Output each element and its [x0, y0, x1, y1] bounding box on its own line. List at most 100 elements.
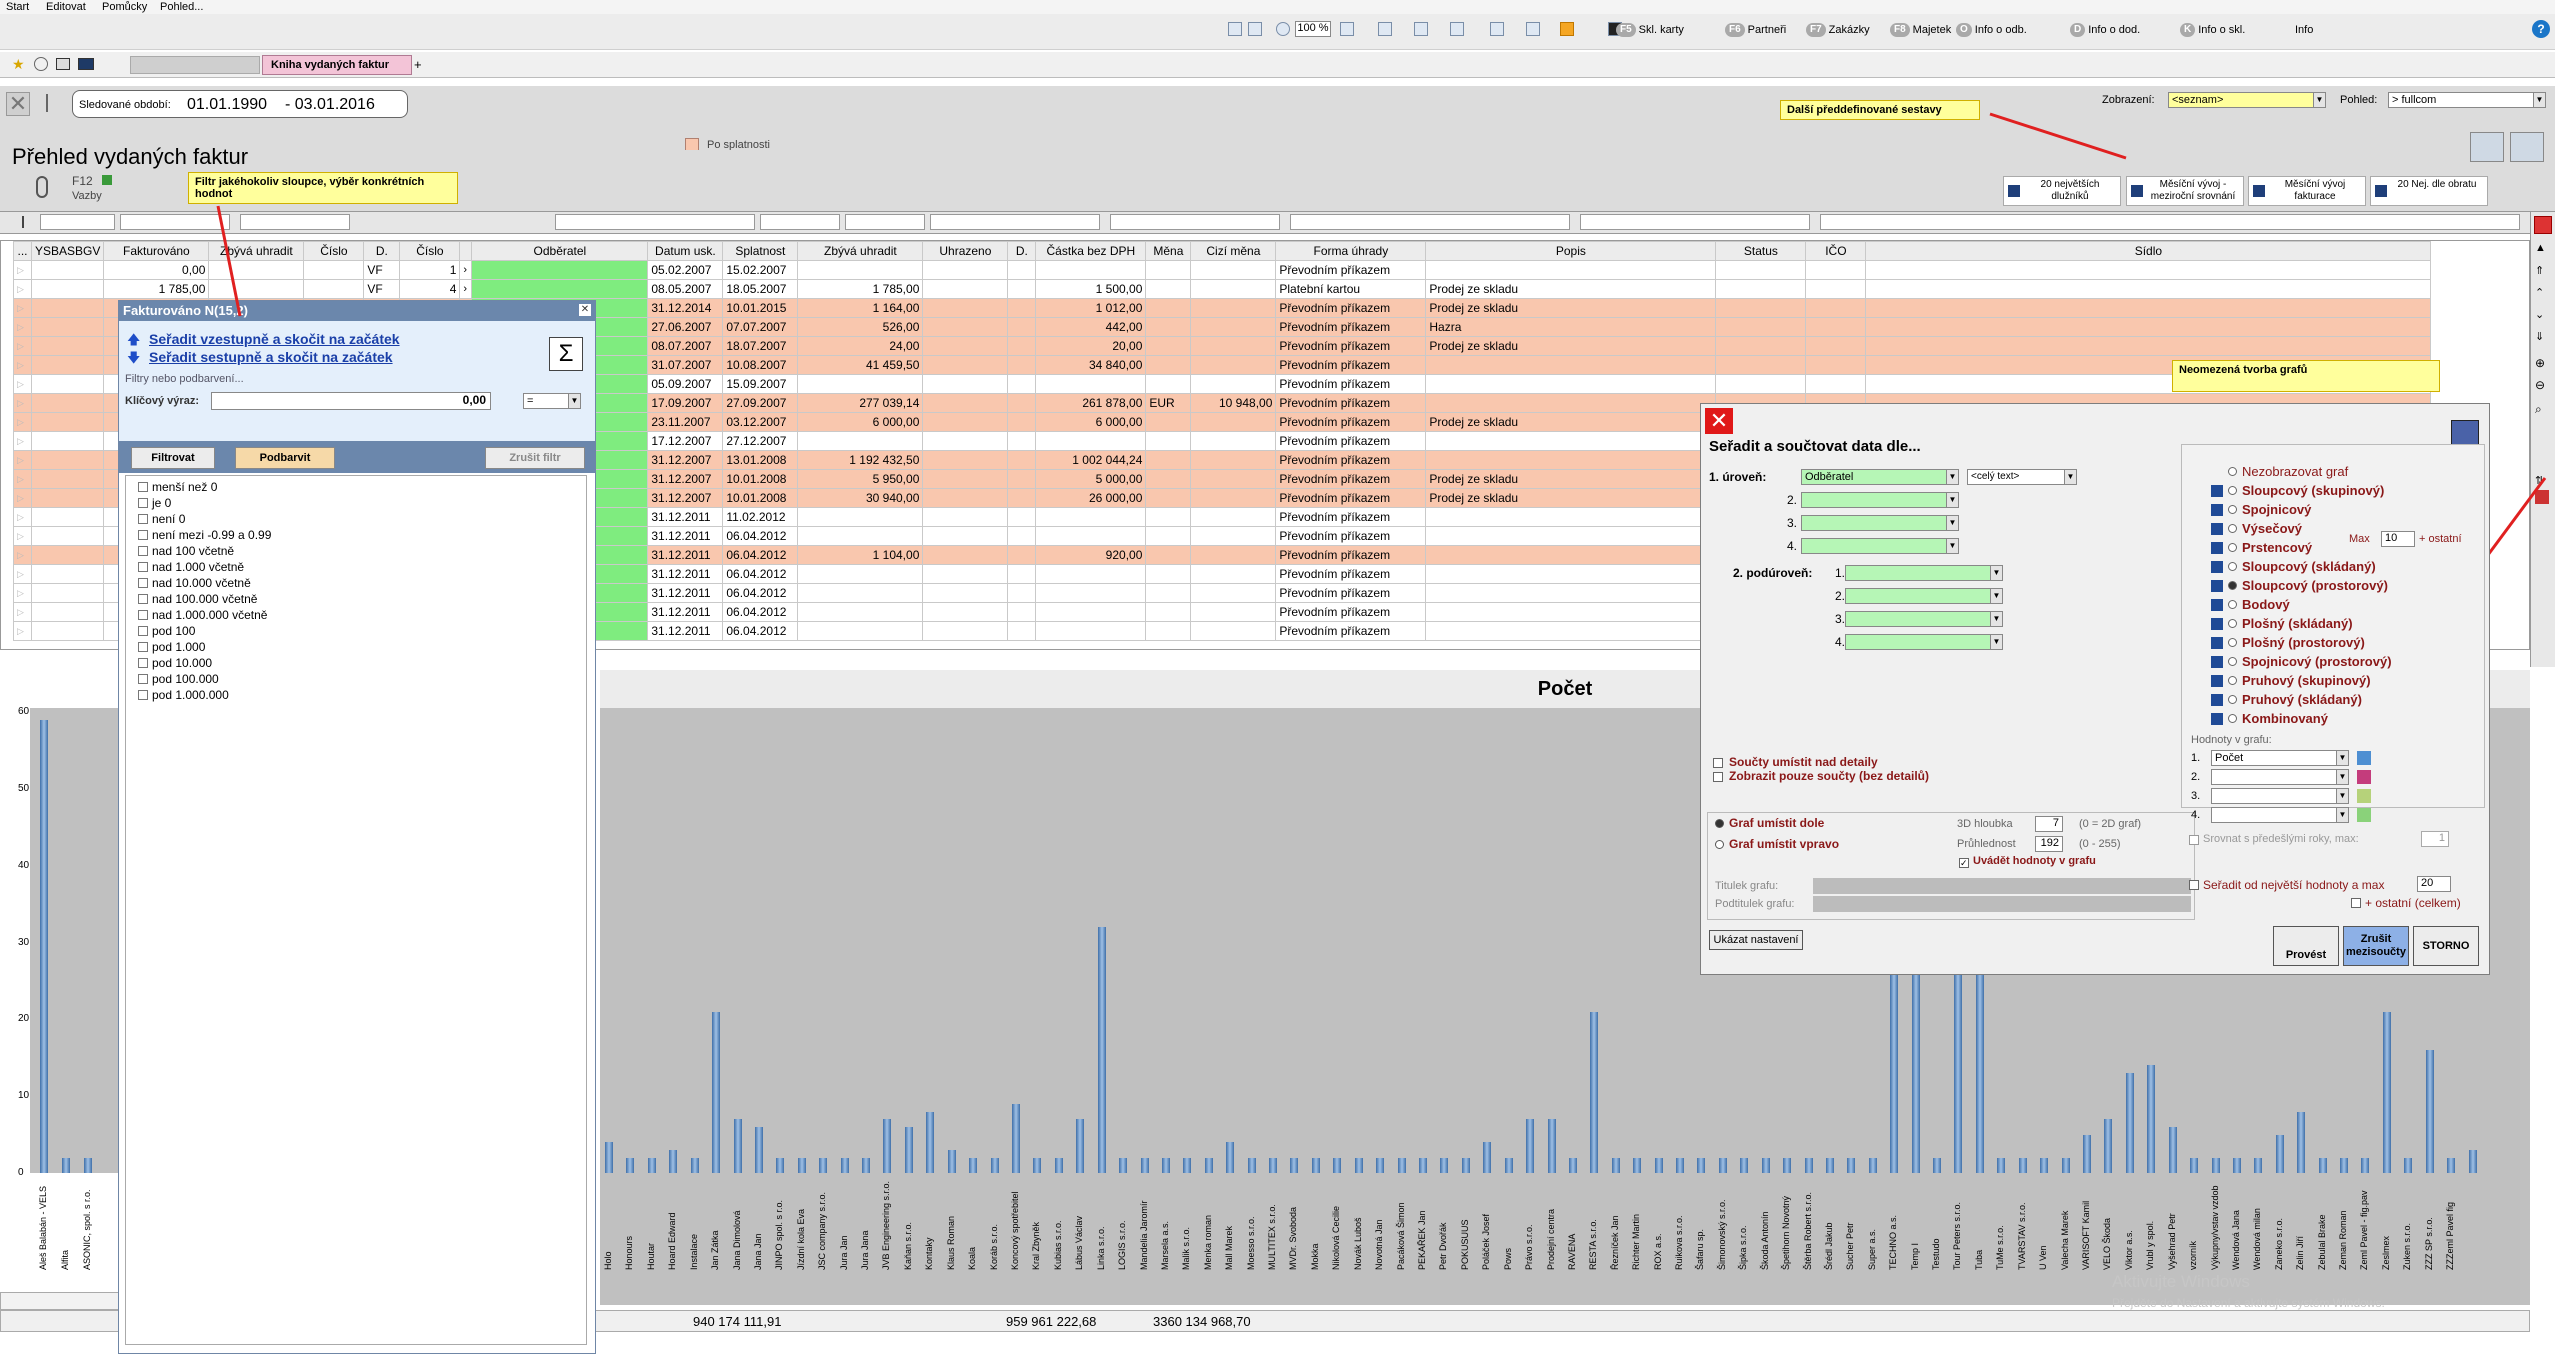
filter-option[interactable]: nad 100 včetně: [138, 544, 234, 558]
layout-icon[interactable]: [1248, 22, 1262, 36]
filter-option[interactable]: pod 1.000: [138, 640, 205, 654]
col-header-6[interactable]: Číslo: [399, 241, 461, 261]
report-button-2[interactable]: Měsíční vývoj fakturace: [2248, 176, 2366, 206]
arrow-up-icon[interactable]: ⇑: [2535, 264, 2544, 277]
chart-icon[interactable]: [2535, 490, 2549, 504]
operator-select[interactable]: = ▼: [523, 393, 581, 409]
filter-col-datum[interactable]: [760, 214, 840, 230]
col-header-10[interactable]: Splatnost: [722, 241, 799, 261]
col-header-13[interactable]: D.: [1007, 241, 1037, 261]
sublevel3-select[interactable]: ▼: [1845, 611, 2003, 627]
chart-type-radio[interactable]: [2228, 524, 2237, 533]
sort-asc-link[interactable]: Seřadit vzestupně a skočit na začátek: [149, 331, 400, 347]
col-header-17[interactable]: Forma úhrady: [1275, 241, 1427, 261]
col-header-9[interactable]: Datum usk.: [647, 241, 724, 261]
sort-up-icon[interactable]: ▲: [2535, 242, 2546, 254]
col-header-20[interactable]: IČO: [1805, 241, 1867, 261]
storno-button[interactable]: STORNO: [2413, 926, 2479, 966]
graph-subtitle-input[interactable]: [1813, 896, 2191, 912]
chevron-down-icon[interactable]: ⌄: [2535, 308, 2544, 321]
chart-type-radio[interactable]: [2228, 467, 2237, 476]
sublevel1-select[interactable]: ▼: [1845, 565, 2003, 581]
sums-above-checkbox[interactable]: [1713, 758, 1723, 768]
col-header-16[interactable]: Cizí měna: [1190, 241, 1277, 261]
chart-type-option[interactable]: Sloupcový (skupinový): [2211, 483, 2384, 498]
menu-edit[interactable]: Editovat: [46, 0, 86, 14]
nav-button-7[interactable]: Info: [2295, 22, 2313, 38]
report-button-1[interactable]: Měsíční vývoj - meziroční srovnání: [2126, 176, 2244, 206]
value2-select[interactable]: ▼: [2211, 769, 2349, 785]
checkbox[interactable]: [138, 690, 148, 700]
value3-color[interactable]: [2357, 789, 2371, 803]
filter-col-2[interactable]: [120, 214, 230, 230]
checkbox[interactable]: [138, 610, 148, 620]
filter-option[interactable]: pod 10.000: [138, 656, 212, 670]
filter-col-castka[interactable]: [1110, 214, 1280, 230]
report-button-3[interactable]: 20 Nej. dle obratu: [2370, 176, 2488, 206]
key-input[interactable]: 0,00: [211, 392, 491, 410]
col-header-0[interactable]: ...: [13, 241, 32, 261]
view-select[interactable]: <seznam> ▼: [2168, 92, 2326, 108]
value4-select[interactable]: ▼: [2211, 807, 2349, 823]
filter-col-popis[interactable]: [1580, 214, 1810, 230]
chart-type-radio[interactable]: [2228, 676, 2237, 685]
checkbox[interactable]: [138, 498, 148, 508]
col-header-7[interactable]: [459, 241, 473, 261]
show-values-checkbox[interactable]: ✓: [1959, 858, 1969, 868]
filter-option[interactable]: nad 1.000 včetně: [138, 560, 244, 574]
col-header-18[interactable]: Popis: [1425, 241, 1717, 261]
col-header-8[interactable]: Odběratel: [471, 241, 649, 261]
level2-select[interactable]: ▼: [1801, 492, 1959, 508]
paperclip-icon[interactable]: [36, 176, 48, 198]
flag-icon[interactable]: [22, 216, 34, 228]
zoom-out-icon[interactable]: [1340, 22, 1354, 36]
filter-option[interactable]: je 0: [138, 496, 171, 510]
checkbox[interactable]: [138, 658, 148, 668]
chart-type-option[interactable]: Prstencový: [2211, 540, 2312, 555]
sublevel4-select[interactable]: ▼: [1845, 634, 2003, 650]
chart-type-radio[interactable]: [2228, 562, 2237, 571]
clock-icon[interactable]: [34, 57, 48, 71]
menu-start[interactable]: Start: [6, 0, 29, 14]
filter-col-3[interactable]: [240, 214, 350, 230]
chart-type-radio[interactable]: [2228, 600, 2237, 609]
nav-button-1[interactable]: F6 Partneři: [1725, 22, 1786, 38]
chart-type-option[interactable]: Pruhový (skupinový): [2211, 673, 2371, 688]
zoom-icon[interactable]: [1276, 22, 1290, 36]
checkbox[interactable]: [138, 482, 148, 492]
zoom-out-icon[interactable]: ⊖: [2535, 378, 2545, 392]
level1-text-select[interactable]: <celý text> ▼: [1967, 469, 2077, 485]
graph-bottom-radio[interactable]: [1715, 819, 1724, 828]
filter-option[interactable]: pod 1.000.000: [138, 688, 229, 702]
zoom-in-icon[interactable]: ⊕: [2535, 356, 2545, 370]
chart-type-option[interactable]: Bodový: [2211, 597, 2290, 612]
col-header-3[interactable]: Zbývá uhradit: [208, 241, 305, 261]
nav-button-5[interactable]: D Info o dod.: [2070, 22, 2140, 38]
nav-button-6[interactable]: K Info o skl.: [2180, 22, 2245, 38]
sort-icon[interactable]: ⇅: [2535, 474, 2544, 487]
table-row[interactable]: ▷ 1 785,00 VF 4 › 08.05.2007 18.05.2007 1 785,0…: [13, 279, 2432, 299]
chevron-up-icon[interactable]: ⌃: [2535, 286, 2544, 299]
chart-type-option[interactable]: Pruhový (skládaný): [2211, 692, 2362, 707]
filter-button[interactable]: Filtrovat: [131, 447, 215, 469]
checkbox[interactable]: [138, 546, 148, 556]
col-header-1[interactable]: YSBASBGV: [30, 241, 105, 261]
search-icon[interactable]: ⌕: [2535, 402, 2542, 417]
checkbox[interactable]: [138, 514, 148, 524]
chart-type-option[interactable]: Spojnicový (prostorový): [2211, 654, 2392, 669]
level3-select[interactable]: ▼: [1801, 515, 1959, 531]
export-icon[interactable]: [1490, 22, 1504, 36]
col-header-12[interactable]: Uhrazeno: [922, 241, 1009, 261]
nav-button-4[interactable]: O Info o odb.: [1956, 22, 2027, 38]
filter-option[interactable]: není mezi -0.99 a 0.99: [138, 528, 271, 542]
compare-input[interactable]: 1: [2421, 831, 2449, 847]
f12-label[interactable]: Vazby: [72, 190, 102, 202]
sublevel2-select[interactable]: ▼: [1845, 588, 2003, 604]
calculator-icon[interactable]: [1414, 22, 1428, 36]
col-header-19[interactable]: Status: [1715, 241, 1807, 261]
checkbox[interactable]: [138, 626, 148, 636]
graph-title-input[interactable]: [1813, 878, 2191, 894]
checkbox[interactable]: [138, 642, 148, 652]
tab-invoice-book[interactable]: Kniha vydaných faktur: [262, 55, 412, 75]
columns-icon[interactable]: [1526, 22, 1540, 36]
